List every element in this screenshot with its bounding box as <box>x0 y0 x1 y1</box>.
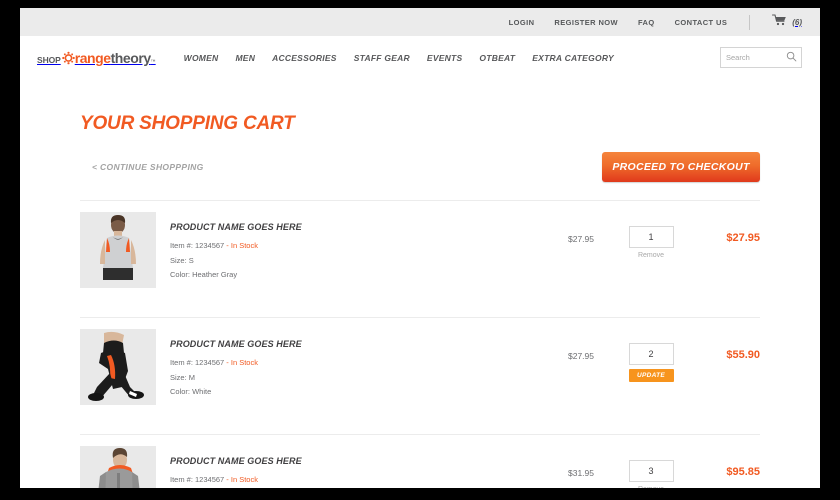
logo-theory-text: theory <box>110 50 152 66</box>
product-thumbnail-leggings[interactable] <box>80 329 156 405</box>
item-info: PRODUCT NAME GOES HERE Item #: 1234567 -… <box>156 212 550 283</box>
search-input[interactable] <box>726 53 786 62</box>
quantity-input[interactable] <box>628 226 674 248</box>
status-badge: - In Stock <box>224 475 258 484</box>
product-name[interactable]: PRODUCT NAME GOES HERE <box>170 339 550 349</box>
item-info: PRODUCT NAME GOES HERE Item #: 1234567 -… <box>156 329 550 400</box>
quantity-cell: UPDATE <box>612 329 690 382</box>
search-icon[interactable] <box>786 49 797 67</box>
logo-trademark: ™ <box>150 59 156 65</box>
item-color: Color: White <box>170 387 212 397</box>
main-navigation: WOMEN MEN ACCESSORIES STAFF GEAR EVENTS … <box>184 53 614 63</box>
faq-link[interactable]: FAQ <box>638 18 655 27</box>
site-logo[interactable]: SHOP range theory ™ <box>37 50 156 66</box>
line-total: $55.90 <box>726 349 760 361</box>
cart-toolbar: < CONTINUE SHOPPPING PROCEED TO CHECKOUT <box>80 152 760 182</box>
item-number-row: Item #: 1234567 - In Stock <box>170 473 550 488</box>
table-row: PRODUCT NAME GOES HERE Item #: 1234567 -… <box>80 435 760 488</box>
nav-item-events[interactable]: EVENTS <box>427 53 463 63</box>
orange-burst-icon <box>61 51 75 65</box>
screenshot-frame: LOGIN REGISTER NOW FAQ CONTACT US (6) SH… <box>0 0 840 500</box>
cart-button[interactable]: (6) <box>772 13 802 31</box>
unit-price: $31.95 <box>568 468 594 478</box>
item-number: Item #: 1234567 <box>170 358 225 367</box>
login-link[interactable]: LOGIN <box>509 18 535 27</box>
line-total: $27.95 <box>726 232 760 244</box>
item-number-row: Item #: 1234567 - In Stock <box>170 356 550 371</box>
page-title: YOUR SHOPPING CART <box>80 113 295 134</box>
nav-item-accessories[interactable]: ACCESSORIES <box>272 53 337 63</box>
nav-item-staff-gear[interactable]: STAFF GEAR <box>354 53 410 63</box>
quantity-cell: Remove <box>612 212 690 259</box>
cart-content: YOUR SHOPPING CART < CONTINUE SHOPPPING … <box>20 113 820 488</box>
logo-shop-text: SHOP <box>37 55 61 65</box>
quantity-input[interactable] <box>628 460 674 482</box>
unit-price: $27.95 <box>568 351 594 361</box>
product-thumbnail-hoodie[interactable] <box>80 446 156 488</box>
item-color: Color: Heather Gray <box>170 270 238 280</box>
utility-divider <box>749 14 751 30</box>
proceed-to-checkout-button[interactable]: PROCEED TO CHECKOUT <box>602 152 760 182</box>
shopping-cart-icon <box>772 13 787 31</box>
remove-link[interactable]: Remove <box>612 252 690 259</box>
product-name[interactable]: PRODUCT NAME GOES HERE <box>170 456 550 466</box>
quantity-input[interactable] <box>628 343 674 365</box>
nav-item-women[interactable]: WOMEN <box>184 53 219 63</box>
cart-count: (6) <box>792 17 802 27</box>
utility-bar: LOGIN REGISTER NOW FAQ CONTACT US (6) <box>20 8 820 36</box>
product-name[interactable]: PRODUCT NAME GOES HERE <box>170 222 550 232</box>
line-total: $95.85 <box>726 466 760 478</box>
status-badge: - In Stock <box>224 358 258 367</box>
item-size: Size: M <box>170 372 196 382</box>
unit-price: $27.95 <box>568 234 594 244</box>
logo-orange-text: range <box>74 50 111 66</box>
status-badge: - In Stock <box>224 241 258 250</box>
continue-shopping-link[interactable]: < CONTINUE SHOPPPING <box>92 162 204 172</box>
update-button[interactable]: UPDATE <box>628 369 674 382</box>
item-number: Item #: 1234567 <box>170 475 225 484</box>
nav-item-men[interactable]: MEN <box>235 53 255 63</box>
product-thumbnail-tank-top[interactable] <box>80 212 156 288</box>
nav-item-otbeat[interactable]: OTBEAT <box>479 53 515 63</box>
site-header: SHOP range theory ™ WOMEN MEN ACCESSORIE… <box>20 36 820 80</box>
register-now-link[interactable]: REGISTER NOW <box>554 18 618 27</box>
item-size: Size: S <box>170 255 194 265</box>
item-number: Item #: 1234567 <box>170 241 225 250</box>
table-row: PRODUCT NAME GOES HERE Item #: 1234567 -… <box>80 201 760 299</box>
table-row: PRODUCT NAME GOES HERE Item #: 1234567 -… <box>80 318 760 416</box>
contact-us-link[interactable]: CONTACT US <box>675 18 728 27</box>
search-box[interactable] <box>720 47 802 68</box>
item-number-row: Item #: 1234567 - In Stock <box>170 239 550 254</box>
remove-link[interactable]: Remove <box>612 486 690 488</box>
nav-item-extra-category[interactable]: EXTRA CATEGORY <box>532 53 614 63</box>
quantity-cell: Remove <box>612 446 690 488</box>
item-info: PRODUCT NAME GOES HERE Item #: 1234567 -… <box>156 446 550 488</box>
browser-page: LOGIN REGISTER NOW FAQ CONTACT US (6) SH… <box>20 8 820 488</box>
